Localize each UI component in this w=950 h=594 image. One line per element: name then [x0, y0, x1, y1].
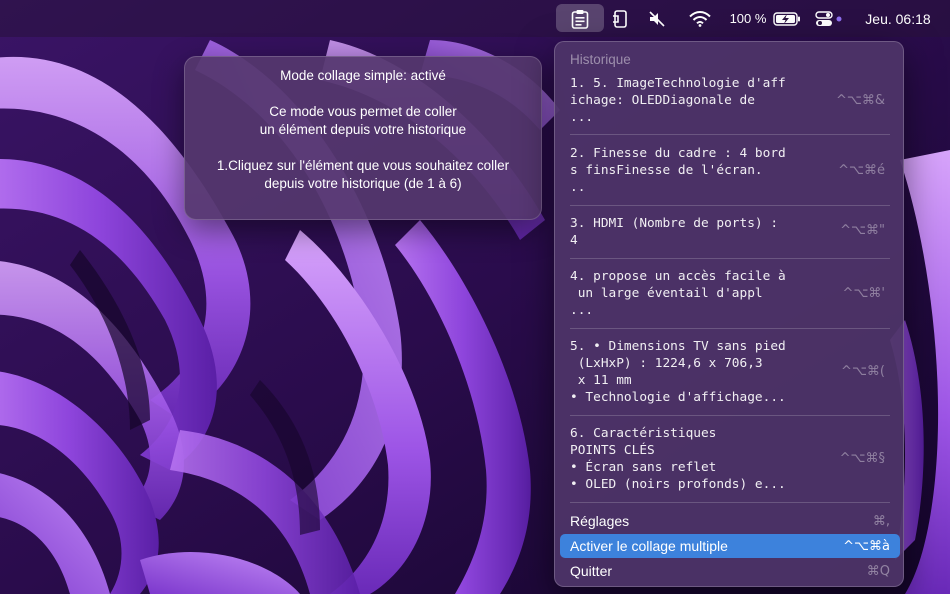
- history-item-text: 5. • Dimensions TV sans pied (LxHxP) : 1…: [570, 339, 786, 405]
- status-dot: [834, 0, 844, 37]
- history-item-shortcut: ^⌥⌘&: [835, 93, 885, 108]
- menu-separator: [570, 205, 890, 206]
- history-item-shortcut: ^⌥⌘é: [838, 163, 885, 178]
- enable-multi-paste-label: Activer le collage multiple: [570, 538, 728, 554]
- tooltip-line: 1.Cliquez sur l'élément que vous souhait…: [216, 158, 510, 173]
- status-dot-icon: [836, 16, 842, 21]
- menu-separator: [570, 134, 890, 135]
- settings-shortcut: ⌘,: [872, 513, 890, 529]
- enable-multi-paste-menu-item[interactable]: Activer le collage multiple ^⌥⌘à: [560, 534, 900, 558]
- menu-separator: [570, 415, 890, 416]
- tooltip-line: depuis votre historique (de 1 à 6): [264, 176, 462, 191]
- menu-separator: [570, 502, 890, 503]
- settings-menu-item[interactable]: Réglages ⌘,: [560, 509, 900, 533]
- clipboard-menu-extra[interactable]: [556, 0, 604, 37]
- quit-shortcut: ⌘Q: [866, 563, 890, 579]
- history-item-shortcut: ^⌥⌘": [840, 223, 885, 238]
- history-item-shortcut: ^⌥⌘(: [841, 364, 885, 379]
- history-item-text: 4. propose un accès facile à un large év…: [570, 269, 786, 318]
- history-item-1[interactable]: 1. 5. ImageTechnologie d'aff ichage: OLE…: [570, 75, 900, 127]
- phone-icon: [613, 9, 627, 28]
- history-item-4[interactable]: 4. propose un accès facile à un large év…: [570, 268, 900, 320]
- history-item-text: 3. HDMI (Nombre de ports) : 4: [570, 216, 779, 248]
- control-center-icon: [815, 10, 833, 26]
- phone-menu-extra[interactable]: [606, 0, 634, 37]
- battery-menu-extra[interactable]: [770, 0, 804, 37]
- settings-label: Réglages: [570, 513, 630, 529]
- tooltip-line: un élément depuis votre historique: [259, 122, 467, 137]
- menu-separator: [570, 258, 890, 259]
- quit-label: Quitter: [570, 563, 613, 579]
- history-item-shortcut: ^⌥⌘': [842, 286, 885, 301]
- history-item-2[interactable]: 2. Finesse du cadre : 4 bord s finsFines…: [570, 145, 900, 197]
- enable-multi-paste-shortcut: ^⌥⌘à: [843, 538, 890, 554]
- history-item-6[interactable]: 6. Caractéristiques POINTS CLÉS • Écran …: [570, 425, 900, 495]
- mode-info-tooltip: Mode collage simple: activé Ce mode vous…: [184, 56, 542, 220]
- battery-charging-icon: [773, 11, 800, 26]
- battery-percentage[interactable]: 100 %: [728, 0, 768, 37]
- history-item-shortcut: ^⌥⌘§: [839, 451, 885, 466]
- mute-icon: [649, 10, 665, 27]
- sound-menu-extra[interactable]: [643, 0, 671, 37]
- history-item-text: 2. Finesse du cadre : 4 bord s finsFines…: [570, 146, 786, 195]
- menu-separator: [570, 328, 890, 329]
- quit-menu-item[interactable]: Quitter ⌘Q: [560, 559, 900, 583]
- tooltip-title: Mode collage simple: activé: [280, 68, 446, 83]
- history-item-3[interactable]: 3. HDMI (Nombre de ports) : 4 ^⌥⌘": [570, 215, 900, 251]
- menu-header: Historique: [570, 52, 631, 67]
- tooltip-line: Ce mode vous permet de coller: [269, 104, 457, 119]
- wifi-menu-extra[interactable]: [684, 0, 716, 37]
- history-item-5[interactable]: 5. • Dimensions TV sans pied (LxHxP) : 1…: [570, 338, 900, 408]
- menubar-clock[interactable]: Jeu. 06:18: [853, 0, 943, 37]
- control-center-menu-extra[interactable]: [812, 0, 836, 37]
- history-item-text: 6. Caractéristiques POINTS CLÉS • Écran …: [570, 426, 786, 492]
- clipboard-history-menu: Historique 1. 5. ImageTechnologie d'aff …: [554, 41, 904, 587]
- wifi-icon: [689, 10, 711, 27]
- clipboard-icon: [571, 9, 589, 29]
- menu-bar: 100 % Jeu. 06:18: [0, 0, 950, 37]
- history-item-text: 1. 5. ImageTechnologie d'aff ichage: OLE…: [570, 76, 786, 125]
